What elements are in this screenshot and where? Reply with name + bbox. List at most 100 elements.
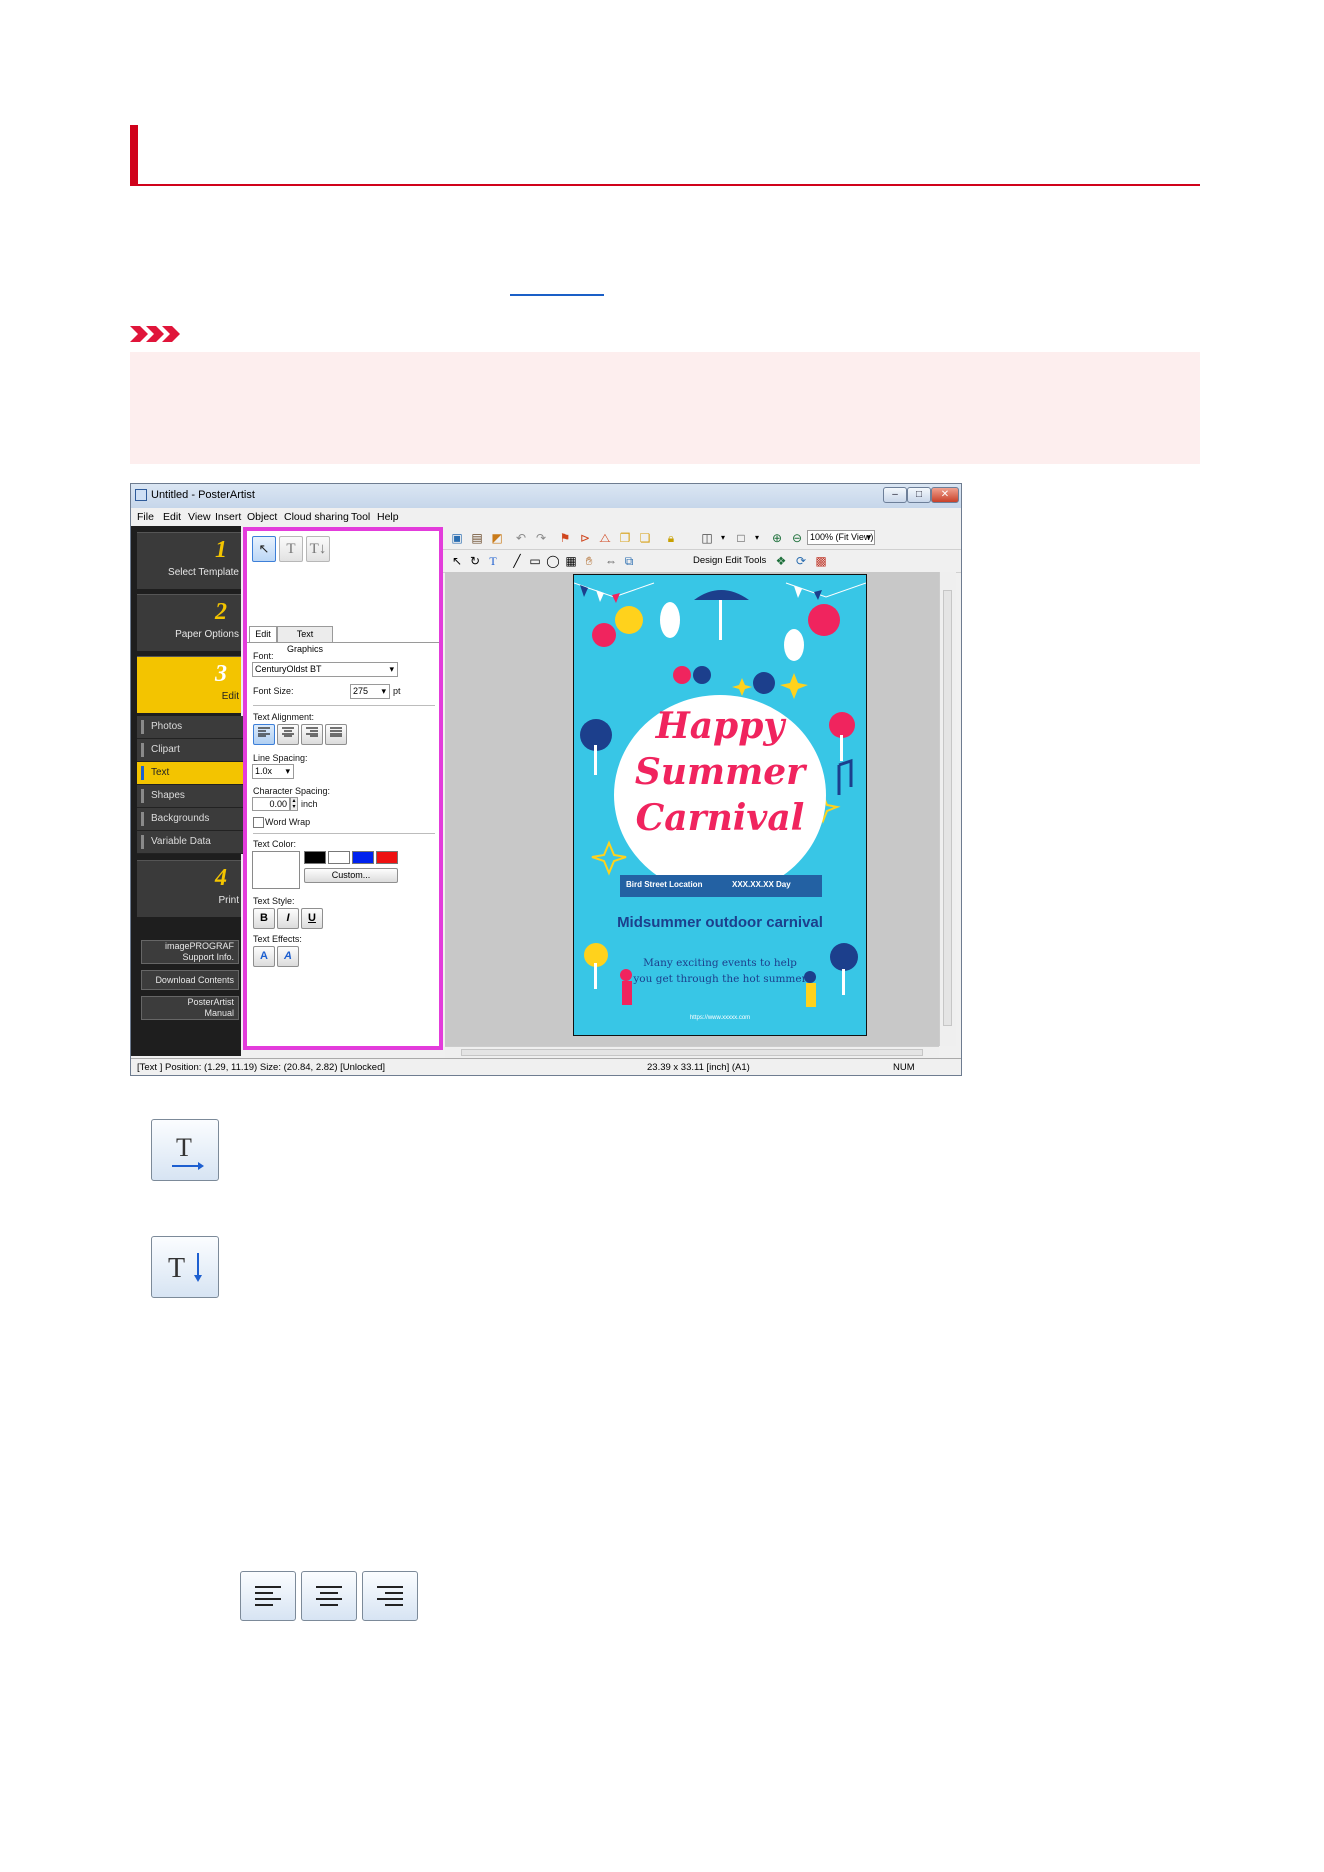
sidebar-item-shapes[interactable]: Shapes: [137, 785, 247, 808]
color-swatch-black[interactable]: [304, 851, 326, 864]
redo-icon[interactable]: ↷: [533, 530, 549, 546]
group-icon[interactable]: ⧉: [621, 553, 637, 569]
support-info-button[interactable]: imagePROGRAF Support Info.: [141, 940, 239, 964]
open-icon[interactable]: ▣: [449, 530, 465, 546]
vertical-text-tool-button[interactable]: T: [151, 1236, 219, 1298]
rectangle-icon[interactable]: ▭: [527, 553, 543, 569]
text-shadow-effect-button[interactable]: A: [277, 946, 299, 967]
link-underline[interactable]: [510, 294, 604, 296]
paste-icon[interactable]: ❏: [637, 530, 653, 546]
close-button[interactable]: ✕: [931, 487, 959, 503]
horizontal-text-tool-button[interactable]: T: [151, 1119, 219, 1181]
step-print[interactable]: 4 Print: [137, 860, 241, 917]
step-paper-options[interactable]: 2 Paper Options: [137, 594, 241, 651]
distribute-icon[interactable]: ⇔: [603, 553, 619, 569]
poster-title-line-3: Carnival: [635, 797, 805, 839]
sidebar-item-photos[interactable]: Photos: [137, 716, 247, 739]
save-icon[interactable]: ▤: [469, 530, 485, 546]
download-contents-button[interactable]: Download Contents: [141, 970, 239, 990]
word-wrap-checkbox[interactable]: [253, 817, 264, 828]
flip-icon[interactable]: ⧍: [597, 530, 613, 546]
color-swatch-blue[interactable]: [352, 851, 374, 864]
align-center-button[interactable]: [277, 724, 299, 745]
important-icon: [130, 326, 180, 342]
design-canvas[interactable]: Happy Summer Carnival Bird Street Locati…: [445, 572, 939, 1046]
sidebar-item-label: Text: [151, 767, 170, 778]
sidebar-item-label: Shapes: [151, 790, 185, 801]
align-left-icon: [258, 727, 270, 737]
italic-button[interactable]: I: [277, 908, 299, 929]
menu-view[interactable]: View: [188, 511, 211, 523]
minimize-button[interactable]: –: [883, 487, 907, 503]
menu-help[interactable]: Help: [377, 511, 399, 523]
menu-edit[interactable]: Edit: [163, 511, 181, 523]
layout-icon[interactable]: ◫: [699, 530, 715, 546]
align-right-button[interactable]: [301, 724, 323, 745]
text-tool-icon[interactable]: T: [485, 553, 501, 569]
select-tool-button[interactable]: ↖: [252, 536, 276, 562]
scroll-thumb[interactable]: [461, 1049, 923, 1056]
underline-button[interactable]: U: [301, 908, 323, 929]
window-title: Untitled - PosterArtist: [151, 489, 255, 501]
send-back-icon[interactable]: ⊳: [577, 530, 593, 546]
color-swatch-white[interactable]: [328, 851, 350, 864]
color-swatch-red[interactable]: [376, 851, 398, 864]
line-icon[interactable]: ╱: [509, 553, 525, 569]
menu-cloud-sharing[interactable]: Cloud sharing: [284, 511, 349, 523]
horizontal-text-button[interactable]: T: [279, 536, 303, 562]
font-select[interactable]: CenturyOldst BT: [252, 662, 398, 677]
menu-tool[interactable]: Tool: [351, 511, 370, 523]
tab-edit[interactable]: Edit: [249, 626, 277, 643]
character-spacing-input[interactable]: 0.00: [252, 797, 290, 811]
sidebar-item-clipart[interactable]: Clipart: [137, 739, 247, 762]
status-paper-size: 23.39 x 33.11 [inch] (A1): [647, 1062, 750, 1073]
scroll-thumb[interactable]: [943, 590, 952, 1026]
status-num-lock: NUM: [893, 1062, 915, 1073]
sidebar-item-text[interactable]: Text: [137, 762, 247, 785]
font-size-select[interactable]: 275: [350, 684, 390, 699]
vertical-text-button[interactable]: T↓: [306, 536, 330, 562]
frame-icon[interactable]: □: [733, 530, 749, 546]
sidebar-item-variable-data[interactable]: Variable Data: [137, 831, 247, 854]
manual-button[interactable]: PosterArtist Manual: [141, 996, 239, 1020]
step-select-template[interactable]: 1 Select Template: [137, 532, 241, 589]
align-justify-button[interactable]: [325, 724, 347, 745]
copy-icon[interactable]: ❐: [617, 530, 633, 546]
undo-icon[interactable]: ↶: [513, 530, 529, 546]
tab-text-graphics[interactable]: Text Graphics: [277, 626, 333, 654]
design-tool-3-icon[interactable]: ▩: [813, 553, 829, 569]
align-right-large-button[interactable]: [362, 1571, 418, 1621]
custom-color-button[interactable]: Custom...: [304, 868, 398, 883]
line-spacing-select[interactable]: 1.0x: [252, 764, 294, 779]
bring-front-icon[interactable]: ⚑: [557, 530, 573, 546]
sidebar-item-backgrounds[interactable]: Backgrounds: [137, 808, 247, 831]
menu-file[interactable]: File: [137, 511, 154, 523]
menu-insert[interactable]: Insert: [215, 511, 241, 523]
rotate-icon[interactable]: ↻: [467, 553, 483, 569]
design-tool-1-icon[interactable]: ❖: [773, 553, 789, 569]
dropdown-icon[interactable]: ▾: [715, 530, 731, 546]
design-tool-2-icon[interactable]: ⟳: [793, 553, 809, 569]
zoom-in-icon[interactable]: ⊕: [769, 530, 785, 546]
ellipse-icon[interactable]: ◯: [545, 553, 561, 569]
spinner-arrows[interactable]: ▴ ▾: [290, 797, 298, 811]
align-left-large-button[interactable]: [240, 1571, 296, 1621]
poster-preview[interactable]: Happy Summer Carnival Bird Street Locati…: [573, 574, 867, 1036]
text-outline-effect-button[interactable]: A: [253, 946, 275, 967]
pointer-icon[interactable]: ↖: [449, 553, 465, 569]
zoom-select[interactable]: 100% (Fit View): [807, 530, 875, 545]
zoom-out-icon[interactable]: ⊖: [789, 530, 805, 546]
import-icon[interactable]: ◩: [489, 530, 505, 546]
menu-object[interactable]: Object: [247, 511, 277, 523]
align-center-large-button[interactable]: [301, 1571, 357, 1621]
align-left-button[interactable]: [253, 724, 275, 745]
menu-bar: File Edit View Insert Object Cloud shari…: [131, 508, 961, 526]
hand-icon[interactable]: ✋︎: [581, 553, 597, 569]
bold-button[interactable]: B: [253, 908, 275, 929]
dropdown-icon[interactable]: ▾: [749, 530, 765, 546]
step-edit[interactable]: 3 Edit: [137, 656, 241, 713]
maximize-button[interactable]: □: [907, 487, 931, 503]
lock-icon[interactable]: 🔒︎: [663, 530, 679, 546]
image-icon[interactable]: ▦: [563, 553, 579, 569]
vertical-scrollbar[interactable]: [939, 572, 956, 1046]
